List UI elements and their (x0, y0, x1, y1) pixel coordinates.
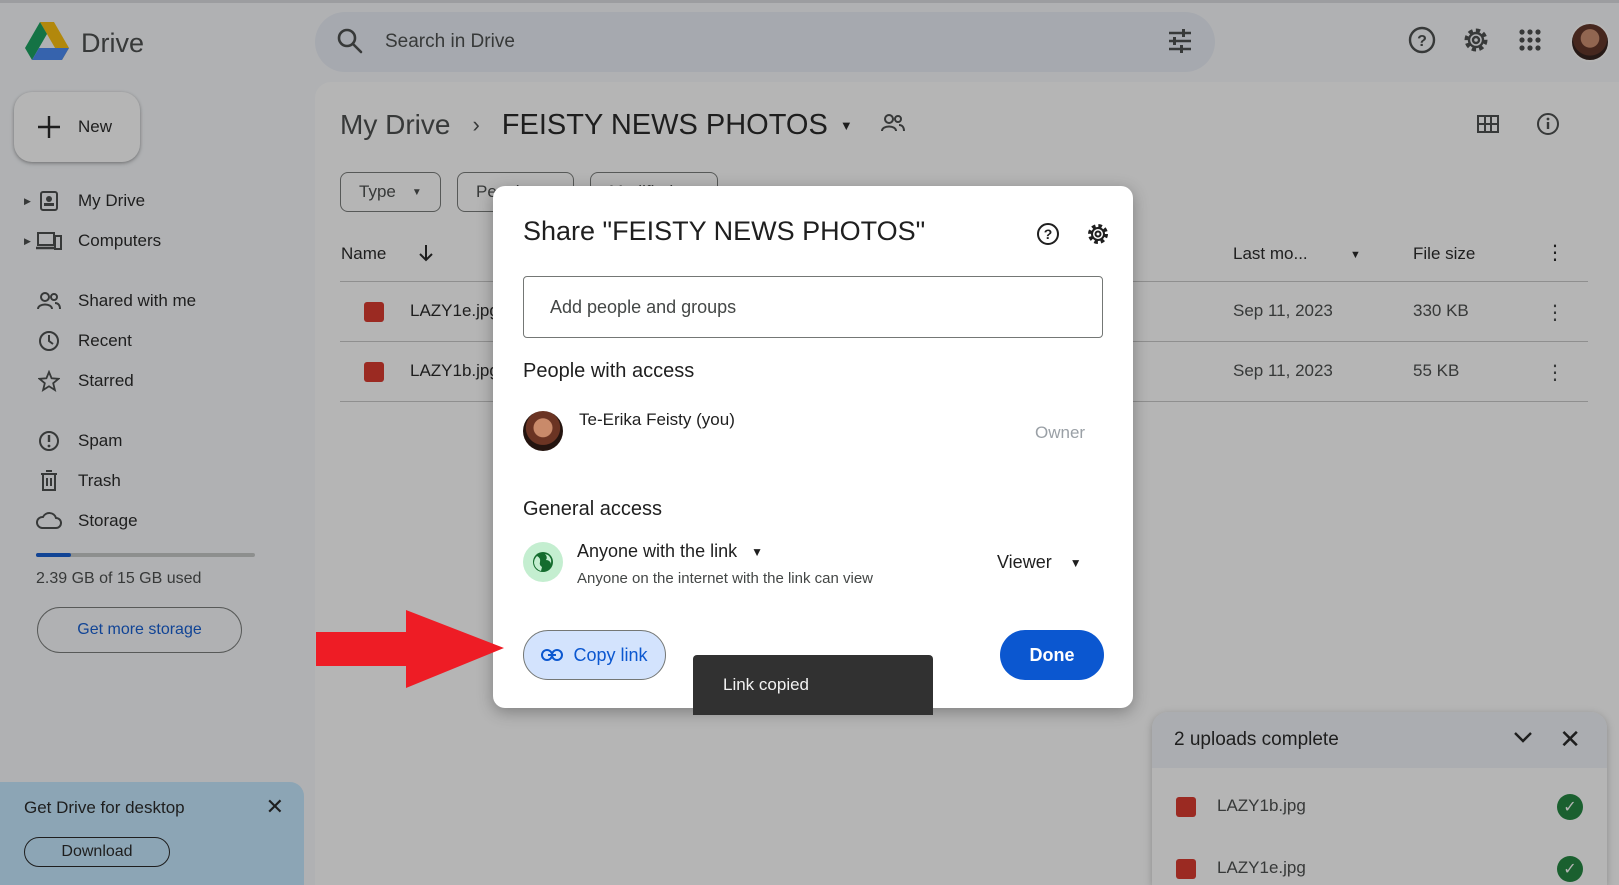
annotation-arrow-icon (316, 610, 504, 688)
link-icon (541, 645, 564, 666)
copy-link-button[interactable]: Copy link (523, 630, 666, 680)
dropdown-arrow-icon: ▼ (1069, 555, 1082, 570)
dialog-title: Share "FEISTY NEWS PHOTOS" (523, 216, 926, 246)
settings-gear-icon[interactable] (1086, 222, 1110, 251)
role-dropdown[interactable]: Viewer ▼ (997, 552, 1082, 573)
general-access-dropdown[interactable]: Anyone with the link ▼ (577, 541, 763, 562)
general-access-heading: General access (523, 498, 662, 520)
add-people-input[interactable] (523, 276, 1103, 338)
share-dialog: Share "FEISTY NEWS PHOTOS" ? People with… (493, 186, 1133, 708)
role-value: Viewer (997, 552, 1052, 572)
general-access-description: Anyone on the internet with the link can… (577, 570, 874, 587)
person-name: Te-Erika Feisty (you) (579, 410, 735, 429)
help-icon[interactable]: ? (1036, 222, 1060, 251)
copy-link-label: Copy link (573, 644, 648, 665)
avatar (523, 411, 563, 451)
people-with-access-heading: People with access (523, 360, 695, 382)
general-access-value: Anyone with the link (577, 541, 738, 561)
snackbar-toast: Link copied (693, 655, 933, 715)
dropdown-arrow-icon: ▼ (751, 544, 763, 559)
globe-icon (523, 542, 563, 582)
svg-text:?: ? (1044, 226, 1053, 242)
done-button[interactable]: Done (1000, 630, 1104, 680)
drive-app: Drive Search in Drive ? New ▶ My Drive ▶ (0, 0, 1619, 885)
person-role: Owner (1035, 423, 1086, 442)
